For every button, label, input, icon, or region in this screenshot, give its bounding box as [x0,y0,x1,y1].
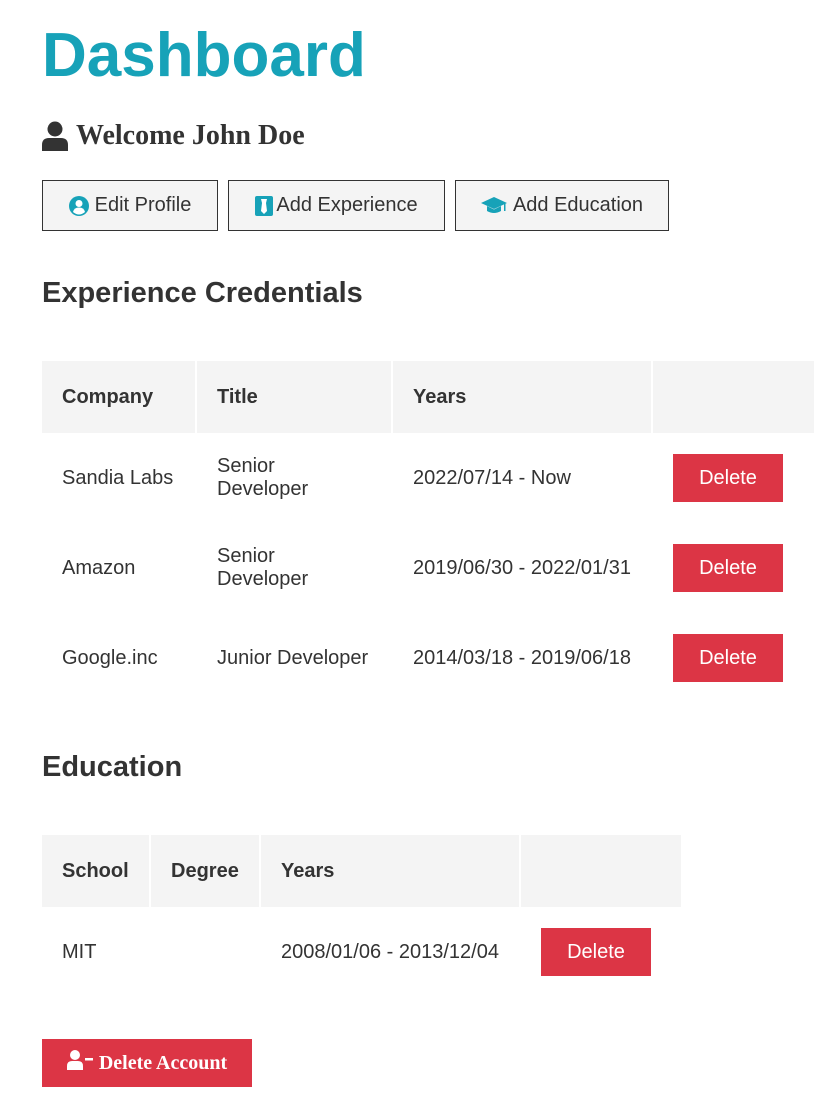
column-header-title: Title [197,361,391,433]
table-row: Amazon Senior Developer 2019/06/30 - 202… [42,523,814,613]
company-cell: Google.inc [62,646,158,669]
experience-heading: Experience Credentials [42,277,363,309]
column-header-actions [521,835,681,907]
education-table: School Degree Years MIT 2008/01/06 - 201… [40,835,683,997]
delete-account-button[interactable]: Delete Account [42,1039,252,1087]
actions-cell: Delete [521,907,681,997]
welcome-text: Welcome John Doe [76,120,305,151]
user-minus-icon [66,1050,93,1076]
school-cell: MIT [62,940,97,963]
delete-experience-button[interactable]: Delete [673,544,783,592]
company-cell: Amazon [62,556,136,579]
add-education-button[interactable]: Add Education [455,180,669,231]
delete-experience-button[interactable]: Delete [673,634,783,682]
id-badge-icon [255,195,274,216]
title-cell: Senior Developer [217,545,309,590]
years-cell: 2022/07/14 - Now [413,466,571,489]
years-cell: 2014/03/18 - 2019/06/18 [413,646,631,669]
title-cell: Senior Developer [217,455,309,500]
delete-education-button[interactable]: Delete [541,928,651,976]
add-experience-button[interactable]: Add Experience [228,180,445,231]
delete-experience-button[interactable]: Delete [673,454,783,502]
actions-cell: Delete [653,523,814,613]
delete-account-label: Delete Account [98,1051,228,1074]
education-header-row: School Degree Years [42,835,681,907]
table-row: Sandia Labs Senior Developer 2022/07/14 … [42,433,814,523]
column-header-degree: Degree [151,835,259,907]
education-heading: Education [42,751,183,783]
table-row: MIT 2008/01/06 - 2013/12/04 Delete [42,907,681,997]
column-header-years: Years [261,835,519,907]
years-cell: 2008/01/06 - 2013/12/04 [281,940,499,963]
dashboard-actions: Edit Profile Add Experience Add Educatio… [42,180,669,231]
experience-header-row: Company Title Years [42,361,814,433]
years-cell: 2019/06/30 - 2022/01/31 [413,556,631,579]
column-header-school: School [42,835,149,907]
column-header-years: Years [393,361,651,433]
title-cell: Junior Developer [217,646,369,669]
edit-profile-label: Edit Profile [94,194,192,216]
column-header-actions [653,361,814,433]
page-title: Dashboard [42,21,366,90]
actions-cell: Delete [653,433,814,523]
welcome-line: Welcome John Doe [42,116,305,156]
edit-profile-button[interactable]: Edit Profile [42,180,218,231]
company-cell: Sandia Labs [62,466,174,489]
add-experience-label: Add Experience [276,194,418,216]
actions-cell: Delete [653,613,814,703]
table-row: Google.inc Junior Developer 2014/03/18 -… [42,613,814,703]
add-education-label: Add Education [512,194,644,216]
experience-table: Company Title Years Sandia Labs Senior D… [40,361,816,703]
user-icon [42,121,68,151]
user-circle-icon [68,195,89,216]
column-header-company: Company [42,361,195,433]
graduation-cap-icon [480,196,507,215]
degree-cell [151,907,259,997]
